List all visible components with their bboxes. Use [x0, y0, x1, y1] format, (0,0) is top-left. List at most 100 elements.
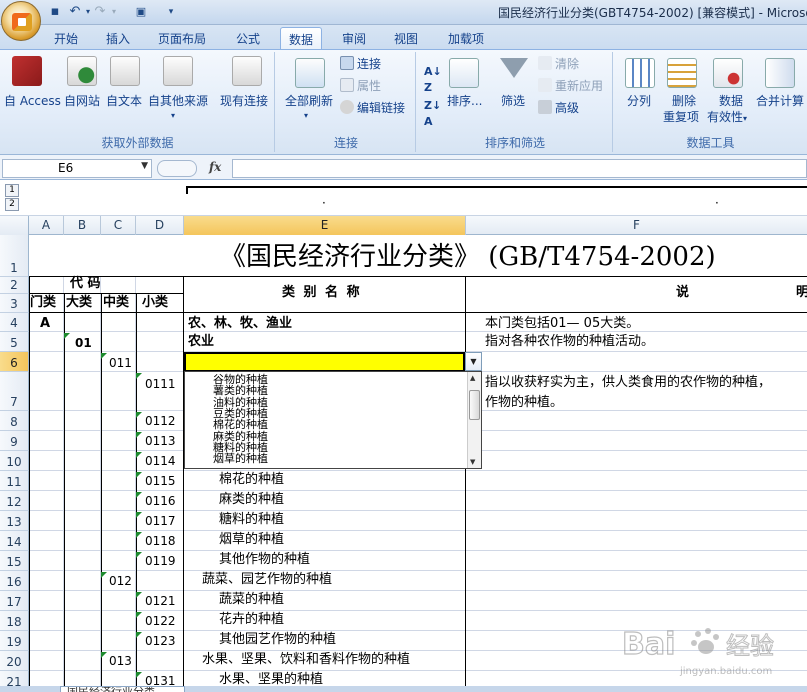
scrollbar-thumb[interactable] — [469, 390, 480, 420]
from-access-button[interactable]: 自 Access — [4, 93, 61, 109]
outline-level-2-button[interactable]: 2 — [5, 198, 19, 211]
row-header[interactable]: 7 — [0, 372, 29, 411]
refresh-all-button[interactable]: 全部刷新 — [285, 93, 333, 109]
cell-e12[interactable]: 麻类的种植 — [219, 492, 284, 508]
row-header[interactable]: 16 — [0, 571, 29, 591]
existing-connections-button[interactable]: 现有连接 — [220, 93, 268, 109]
sort-ascending-icon[interactable]: A↓ Z — [424, 64, 442, 96]
filter-button[interactable]: 筛选 — [501, 93, 525, 109]
cell-e20[interactable]: 水果、坚果、饮料和香料作物的种植 — [202, 652, 410, 668]
row-header[interactable]: 17 — [0, 591, 29, 611]
cell-b5[interactable]: 01 — [75, 335, 92, 351]
formula-bar-splitter[interactable] — [157, 160, 197, 177]
from-web-button[interactable]: 自网站 — [64, 93, 100, 109]
row-header[interactable]: 6 — [0, 352, 29, 372]
dropdown-option[interactable]: 烟草的种植 — [213, 453, 268, 464]
row-header[interactable]: 10 — [0, 451, 29, 471]
column-header-c[interactable]: C — [101, 216, 136, 235]
cell-d10[interactable]: 0114 — [145, 453, 176, 469]
cell-f5[interactable]: 指对各种农作物的种植活动。 — [485, 334, 654, 350]
row-header[interactable]: 13 — [0, 511, 29, 531]
cell-e16[interactable]: 蔬菜、园艺作物的种植 — [202, 572, 332, 588]
from-other-sources-button[interactable]: 自其他来源 — [148, 93, 208, 109]
cell-c20[interactable]: 013 — [109, 653, 132, 669]
sheet-tab[interactable]: 国民经济行业分类 — [60, 686, 185, 692]
consolidate-button[interactable]: 合并计算 — [756, 93, 804, 109]
row-header[interactable]: 9 — [0, 431, 29, 451]
cell-c6[interactable]: 011 — [109, 355, 132, 371]
cell-d11[interactable]: 0115 — [145, 473, 176, 489]
row-header[interactable]: 8 — [0, 411, 29, 431]
tab-insert[interactable]: 插入 — [98, 27, 138, 49]
row-header[interactable]: 11 — [0, 471, 29, 491]
text-to-columns-button[interactable]: 分列 — [627, 93, 651, 109]
column-header-b[interactable]: B — [64, 216, 101, 235]
row-header[interactable]: 19 — [0, 631, 29, 651]
cell-d12[interactable]: 0116 — [145, 493, 176, 509]
validation-dropdown-button[interactable]: ▼ — [465, 352, 482, 371]
tab-page-layout[interactable]: 页面布局 — [150, 27, 214, 49]
tab-add-ins[interactable]: 加载项 — [440, 27, 492, 49]
reapply-button[interactable]: 重新应用 — [538, 78, 603, 94]
cell-c16[interactable]: 012 — [109, 573, 132, 589]
office-button[interactable] — [1, 1, 41, 41]
dropdown-option[interactable]: 油料的种植 — [213, 397, 268, 408]
row-header[interactable]: 3 — [0, 294, 29, 313]
cell-d15[interactable]: 0119 — [145, 553, 176, 569]
column-header-e[interactable]: E — [184, 216, 466, 235]
tab-review[interactable]: 审阅 — [334, 27, 374, 49]
validation-dropdown-list[interactable]: 谷物的种植 薯类的种植 油料的种植 豆类的种植 棉花的种植 麻类的种植 糖料的种植 烟草的种植 — [184, 371, 482, 469]
cell-e4[interactable]: 农、林、牧、渔业 — [188, 316, 292, 332]
row-header[interactable]: 12 — [0, 491, 29, 511]
column-header-d[interactable]: D — [136, 216, 184, 235]
tab-data[interactable]: 数据 — [280, 27, 323, 49]
column-header-a[interactable]: A — [29, 216, 64, 235]
properties-button[interactable]: 属性 — [340, 78, 381, 94]
save-icon[interactable]: ▪ — [47, 4, 63, 20]
row-header[interactable]: 14 — [0, 531, 29, 551]
tab-view[interactable]: 视图 — [386, 27, 426, 49]
cell-d9[interactable]: 0113 — [145, 433, 176, 449]
cell-e19[interactable]: 其他园艺作物的种植 — [219, 632, 336, 648]
cell-d17[interactable]: 0121 — [145, 593, 176, 609]
cell-d8[interactable]: 0112 — [145, 413, 176, 429]
cell-a4[interactable]: A — [40, 316, 50, 332]
dropdown-scrollbar[interactable]: ▲ ▼ — [467, 372, 481, 468]
row-header[interactable]: 20 — [0, 651, 29, 671]
cell-e13[interactable]: 糖料的种植 — [219, 512, 284, 528]
cell-d13[interactable]: 0117 — [145, 513, 176, 529]
data-validation-button[interactable]: 数据 有效性▾ — [707, 93, 747, 127]
cell-f7-line2[interactable]: 作物的种植。 — [485, 395, 563, 411]
cell-e5[interactable]: 农业 — [188, 334, 214, 350]
cell-e11[interactable]: 棉花的种植 — [219, 472, 284, 488]
tab-formulas[interactable]: 公式 — [228, 27, 268, 49]
print-preview-icon[interactable]: ▣ — [133, 4, 149, 20]
cell-d14[interactable]: 0118 — [145, 533, 176, 549]
insert-function-icon[interactable]: fx — [209, 160, 221, 174]
cell-d7[interactable]: 0111 — [145, 376, 176, 392]
row-header[interactable]: 5 — [0, 332, 29, 352]
clear-filter-button[interactable]: 清除 — [538, 56, 579, 72]
cell-e14[interactable]: 烟草的种植 — [219, 532, 284, 548]
cell-e18[interactable]: 花卉的种植 — [219, 612, 284, 628]
dropdown-option[interactable]: 棉花的种植 — [213, 419, 268, 430]
sort-button[interactable]: 排序... — [447, 93, 482, 109]
cell-e17[interactable]: 蔬菜的种植 — [219, 592, 284, 608]
row-header[interactable]: 4 — [0, 313, 29, 332]
select-all-corner[interactable] — [0, 216, 29, 235]
row-header[interactable]: 15 — [0, 551, 29, 571]
row-header[interactable]: 1 — [0, 235, 29, 277]
cell-e15[interactable]: 其他作物的种植 — [219, 552, 310, 568]
formula-input[interactable] — [232, 159, 807, 178]
connections-button[interactable]: 连接 — [340, 56, 381, 72]
outline-level-1-button[interactable]: 1 — [5, 184, 19, 197]
dropdown-option[interactable]: 麻类的种植 — [213, 431, 268, 442]
tab-home[interactable]: 开始 — [46, 27, 86, 49]
edit-links-button[interactable]: 编辑链接 — [340, 100, 405, 116]
cell-f7-line1[interactable]: 指以收获籽实为主，供人类食用的农作物的种植， — [485, 375, 771, 391]
active-cell-e6[interactable] — [184, 352, 465, 372]
scroll-up-icon[interactable]: ▲ — [470, 374, 475, 382]
advanced-filter-button[interactable]: 高级 — [538, 100, 579, 116]
scroll-down-icon[interactable]: ▼ — [470, 458, 475, 466]
redo-dropdown-icon[interactable]: ▾ — [106, 4, 122, 20]
